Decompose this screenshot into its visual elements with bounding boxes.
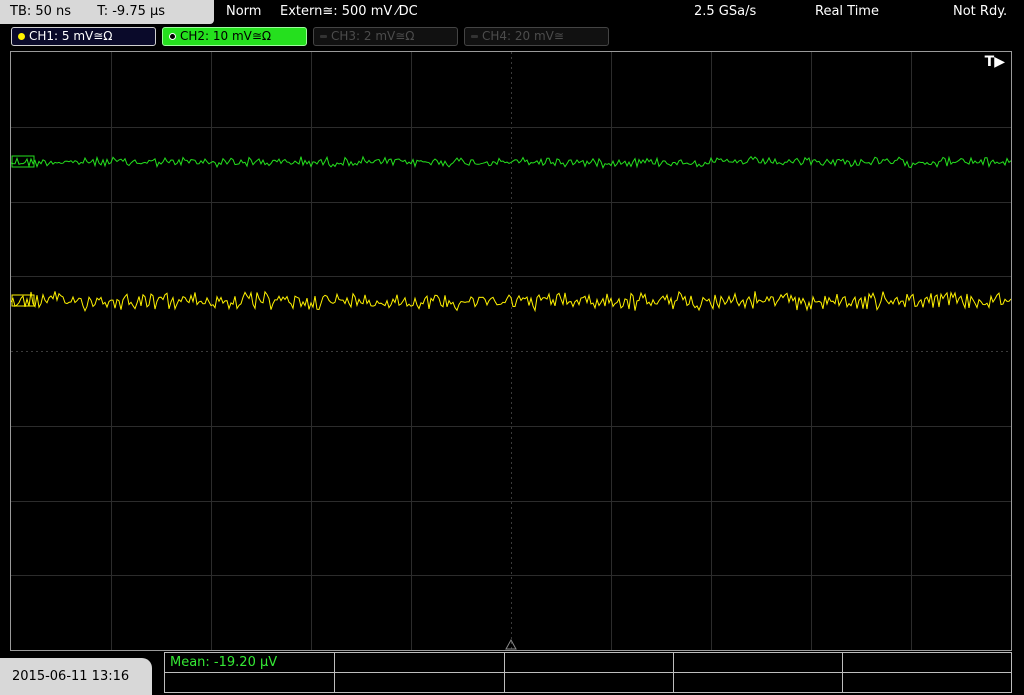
sample-rate: 2.5 GSa/s [694, 4, 757, 19]
trigger-position-marker: T▶ [984, 54, 1005, 70]
datetime-display: 2015-06-11 13:16 [0, 658, 152, 695]
top-status-bar: TB: 50 ns T: -9.75 µs Norm Extern≅: 500 … [0, 0, 1024, 24]
channel-4-label: CH4: 20 mV≅ [482, 29, 564, 43]
channel-1-indicator-icon [18, 33, 25, 40]
trigger-time-value: T: -9.75 µs [97, 4, 166, 19]
channel-3-label: CH3: 2 mV≅Ω [331, 29, 415, 43]
channel-3-tab[interactable]: CH3: 2 mV≅Ω [313, 27, 458, 46]
trigger-source[interactable]: Extern≅: 500 mV ⁄DC [280, 0, 418, 24]
timebase-box[interactable]: TB: 50 ns T: -9.75 µs [0, 0, 214, 24]
channel-2-tab[interactable]: CH2: 10 mV≅Ω [162, 27, 307, 46]
acquisition-mode[interactable]: Real Time [815, 0, 879, 24]
channel-4-tab[interactable]: CH4: 20 mV≅ [464, 27, 609, 46]
trigger-mode[interactable]: Norm [226, 0, 261, 24]
mean-measurement: Mean: -19.20 µV [170, 655, 278, 670]
channel-2-indicator-icon [169, 33, 176, 40]
channel-bar: CH1: 5 mV≅Ω CH2: 10 mV≅Ω CH3: 2 mV≅Ω CH4… [0, 26, 1024, 48]
channel-1-tab[interactable]: CH1: 5 mV≅Ω [11, 27, 156, 46]
channel-1-label: CH1: 5 mV≅Ω [29, 29, 113, 43]
run-status: Not Rdy. [953, 4, 1008, 19]
waveform-display[interactable]: T▶ [10, 51, 1012, 651]
channel-2-label: CH2: 10 mV≅Ω [180, 29, 272, 43]
channel-4-indicator-icon [471, 35, 478, 38]
timebase-value: TB: 50 ns [10, 4, 72, 19]
measurement-panel[interactable]: Mean: -19.20 µV [164, 652, 1012, 693]
channel-3-indicator-icon [320, 35, 327, 38]
measurement-grid [165, 653, 1011, 692]
waveform-canvas [11, 52, 1011, 650]
